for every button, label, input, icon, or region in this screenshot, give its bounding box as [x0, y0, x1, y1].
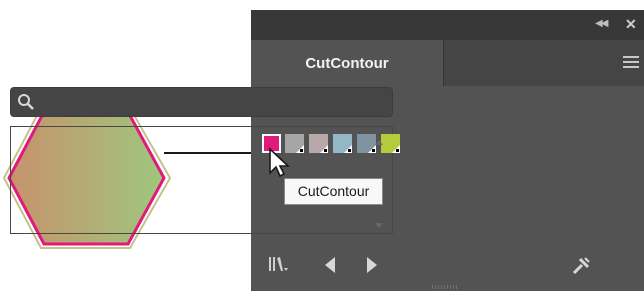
swatch[interactable] — [333, 134, 352, 153]
tab-cutcontour[interactable]: CutContour — [251, 40, 444, 86]
next-arrow-icon[interactable] — [361, 254, 383, 276]
swatch-tooltip: CutContour — [284, 178, 383, 205]
search-input[interactable] — [43, 92, 387, 114]
scroll-down-arrow-icon[interactable] — [375, 223, 383, 228]
tooltip-text: CutContour — [297, 183, 370, 199]
panel-tabbar: CutContour — [251, 40, 644, 86]
swatch[interactable] — [357, 134, 376, 153]
scroll-up-arrow-icon[interactable] — [375, 140, 383, 145]
mouse-pointer-icon — [269, 147, 291, 178]
search-icon — [18, 94, 34, 110]
double-chevron-left-icon[interactable]: ◀◀ — [595, 19, 609, 29]
add-to-library-icon[interactable] — [571, 254, 593, 276]
hamburger-menu-icon[interactable] — [623, 56, 639, 70]
search-field[interactable] — [10, 87, 393, 117]
panel-resize-grip[interactable] — [432, 285, 458, 289]
swatch-libraries-icon[interactable] — [267, 254, 289, 276]
close-icon[interactable]: ✕ — [625, 17, 639, 31]
panel-bottom-toolbar — [251, 245, 644, 285]
panel-title-bar[interactable]: ◀◀ ✕ — [251, 10, 644, 40]
tab-label: CutContour — [305, 54, 389, 72]
swatch[interactable] — [381, 134, 400, 153]
swatch[interactable] — [309, 134, 328, 153]
previous-arrow-icon[interactable] — [320, 254, 342, 276]
